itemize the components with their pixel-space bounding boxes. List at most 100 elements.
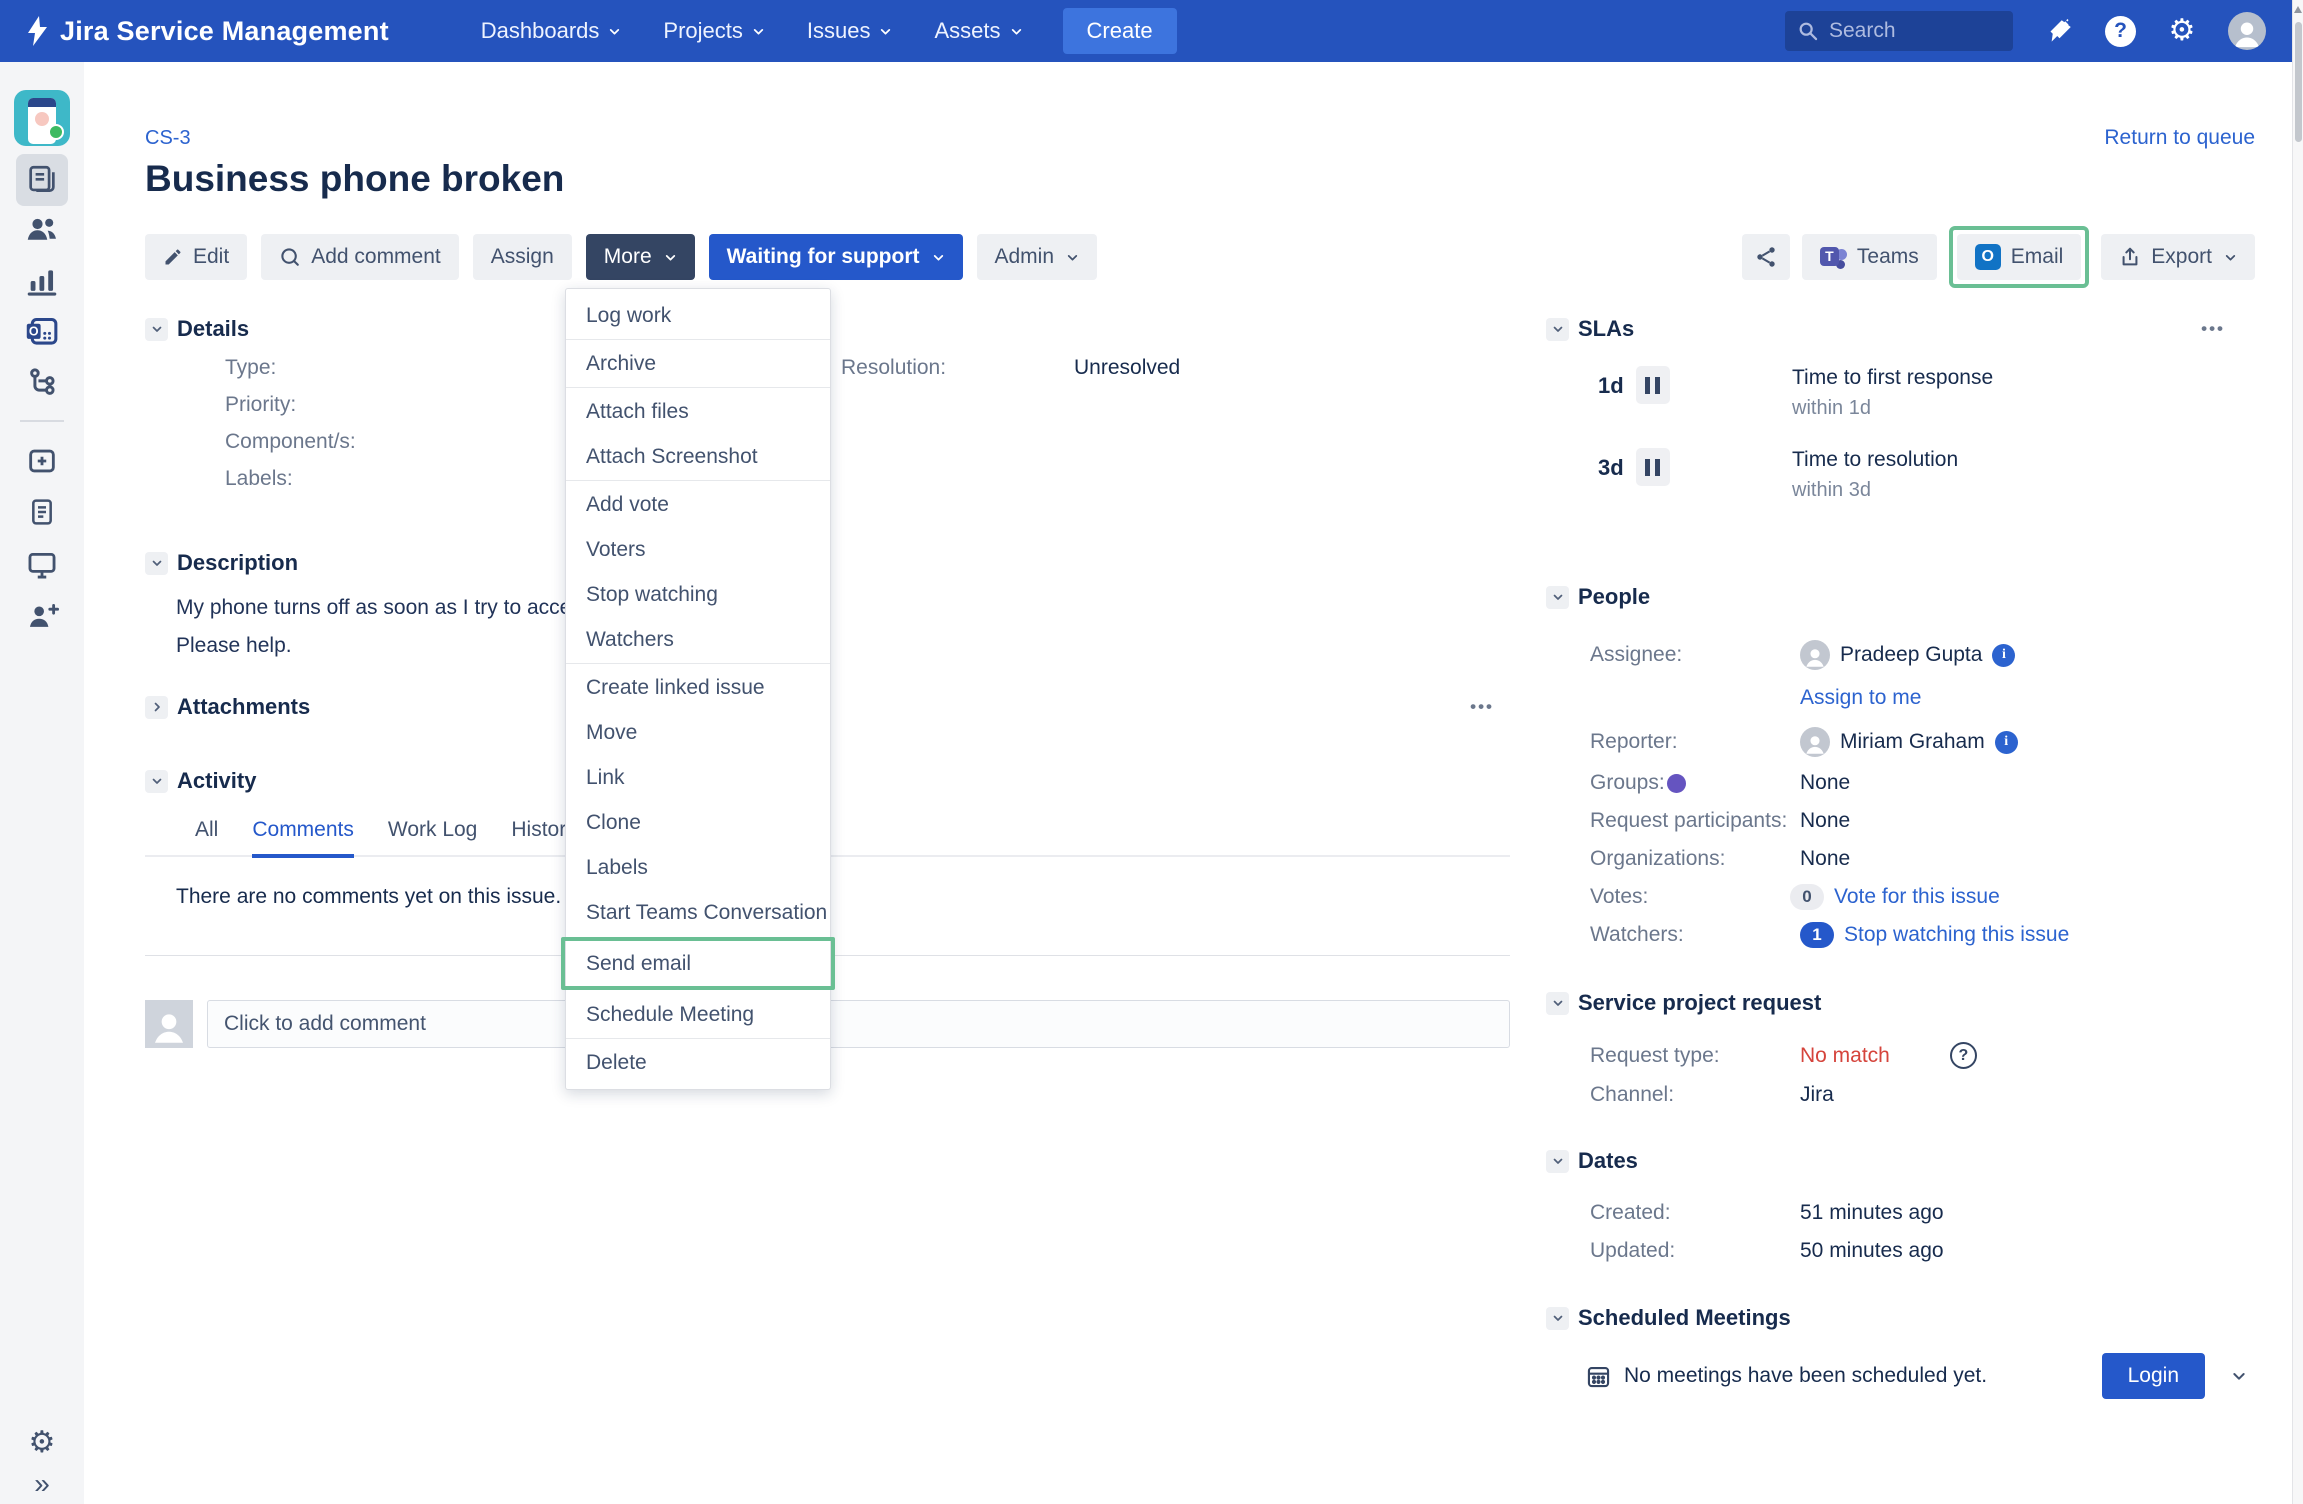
collapse-description-icon[interactable]	[145, 552, 168, 575]
tab-all[interactable]: All	[195, 818, 218, 855]
menu-item-attach-screenshot[interactable]: Attach Screenshot	[566, 434, 830, 479]
edit-button[interactable]: Edit	[145, 234, 247, 280]
menu-item-stop-watching[interactable]: Stop watching	[566, 572, 830, 617]
nav-dashboards[interactable]: Dashboards	[481, 18, 622, 44]
status-button[interactable]: Waiting for support	[709, 234, 963, 280]
chevron-down-icon	[1066, 251, 1079, 264]
menu-item-create-linked-issue[interactable]: Create linked issue	[566, 665, 830, 710]
people-title: People	[1578, 584, 1650, 610]
request-type-help-icon[interactable]: ?	[1950, 1042, 1977, 1069]
sidebar-item-invite-people[interactable]	[25, 600, 59, 634]
watchers-label: Watchers:	[1546, 923, 1800, 947]
sidebar-item-structure[interactable]	[25, 366, 59, 400]
svg-text:O: O	[29, 325, 39, 339]
menu-item-log-work[interactable]: Log work	[566, 293, 830, 338]
email-button[interactable]: O Email	[1957, 234, 2082, 280]
sidebar-expand[interactable]: »	[34, 1468, 50, 1500]
info-icon[interactable]: i	[1992, 644, 2015, 667]
collapse-people-icon[interactable]	[1546, 586, 1569, 609]
collapse-service-request-icon[interactable]	[1546, 992, 1569, 1015]
tab-comments[interactable]: Comments	[252, 818, 354, 858]
more-button[interactable]: More	[586, 234, 695, 280]
sidebar-item-queues[interactable]	[16, 154, 68, 206]
assignee-avatar[interactable]	[1800, 640, 1830, 670]
announcements-icon[interactable]	[2043, 15, 2075, 47]
pause-icon[interactable]	[1636, 448, 1670, 486]
request-type-row: Request type: No match ?	[1546, 1036, 2255, 1075]
collapse-activity-icon[interactable]	[145, 770, 168, 793]
return-to-queue-link[interactable]: Return to queue	[2104, 126, 2255, 150]
sidebar-item-add-shortcut[interactable]	[25, 444, 59, 478]
collapse-meetings-icon[interactable]	[1546, 1307, 1569, 1330]
breadcrumb-issue-key[interactable]: CS-3	[145, 127, 191, 150]
scrollbar-thumb[interactable]	[2295, 22, 2302, 142]
comment-input[interactable]	[207, 1000, 1510, 1048]
person-add-icon	[25, 600, 59, 634]
menu-item-send-email[interactable]: Send email	[565, 941, 831, 986]
reporter-avatar[interactable]	[1800, 727, 1830, 757]
sidebar-item-customers[interactable]	[24, 212, 60, 248]
project-avatar[interactable]	[14, 90, 70, 146]
menu-item-labels[interactable]: Labels	[566, 845, 830, 890]
menu-item-link[interactable]: Link	[566, 755, 830, 800]
reporter-name[interactable]: Miriam Graham	[1840, 730, 1985, 754]
teams-icon: T	[1820, 244, 1847, 271]
search-box[interactable]	[1785, 11, 2013, 51]
app-logo[interactable]: Jira Service Management	[26, 16, 389, 47]
assign-to-me-link[interactable]: Assign to me	[1800, 686, 1921, 710]
sla-name: Time to resolution	[1792, 448, 1958, 472]
user-avatar[interactable]	[2228, 12, 2266, 50]
collapse-slas-icon[interactable]	[1546, 318, 1569, 341]
menu-item-move[interactable]: Move	[566, 710, 830, 755]
nav-issues[interactable]: Issues	[807, 18, 893, 44]
sidebar-item-pages[interactable]	[26, 496, 58, 528]
settings-icon[interactable]: ⚙	[2166, 15, 2198, 47]
request-participants-value: None	[1800, 809, 1850, 833]
scrollbar-up-arrow[interactable]	[2294, 6, 2302, 13]
sidebar-item-displays[interactable]	[25, 548, 59, 582]
type-label: Type:	[225, 356, 276, 380]
nav-assets[interactable]: Assets	[934, 18, 1022, 44]
chevron-down-icon[interactable]	[2231, 1368, 2247, 1384]
menu-item-start-teams-conversation[interactable]: Start Teams Conversation	[566, 890, 830, 935]
stop-watching-link[interactable]: Stop watching this issue	[1844, 923, 2069, 947]
expand-attachments-icon[interactable]	[145, 696, 168, 719]
add-comment-button[interactable]: Add comment	[261, 234, 459, 280]
menu-item-archive[interactable]: Archive	[566, 341, 830, 386]
pause-icon[interactable]	[1636, 366, 1670, 404]
share-button[interactable]	[1742, 234, 1790, 280]
resolution-value: Unresolved	[1074, 356, 1180, 380]
collapse-dates-icon[interactable]	[1546, 1150, 1569, 1173]
sidebar-item-reports[interactable]	[25, 264, 59, 298]
assignee-name[interactable]: Pradeep Gupta	[1840, 643, 1982, 667]
menu-item-attach-files[interactable]: Attach files	[566, 389, 830, 434]
slas-more-icon[interactable]: •••	[2201, 319, 2255, 339]
sidebar-item-outlook-calendar[interactable]: O	[24, 314, 60, 350]
people-section: People Assignee: Pradeep Gupta i	[1546, 584, 2255, 954]
help-icon[interactable]: ?	[2105, 16, 2136, 47]
nav-projects[interactable]: Projects	[663, 18, 764, 44]
attachments-more-icon[interactable]: •••	[1470, 697, 1494, 717]
assign-button[interactable]: Assign	[473, 234, 572, 280]
sla-row-first-response: 1d Time to first response within 1d	[1546, 366, 2255, 420]
info-icon[interactable]: i	[1995, 731, 2018, 754]
create-button[interactable]: Create	[1063, 8, 1177, 54]
page-scrollbar[interactable]	[2292, 0, 2303, 1504]
menu-item-schedule-meeting[interactable]: Schedule Meeting	[566, 992, 830, 1037]
tab-work-log[interactable]: Work Log	[388, 818, 478, 855]
menu-item-add-vote[interactable]: Add vote	[566, 482, 830, 527]
vote-link[interactable]: Vote for this issue	[1834, 885, 2000, 909]
search-input[interactable]	[1829, 19, 1979, 43]
menu-item-watchers[interactable]: Watchers	[566, 617, 830, 662]
menu-item-voters[interactable]: Voters	[566, 527, 830, 572]
export-button[interactable]: Export	[2101, 234, 2255, 280]
slas-section: SLAs ••• 1d Time to first response withi…	[1546, 316, 2255, 502]
organizations-label: Organizations:	[1546, 847, 1800, 871]
menu-item-delete[interactable]: Delete	[566, 1040, 830, 1085]
menu-item-clone[interactable]: Clone	[566, 800, 830, 845]
collapse-details-icon[interactable]	[145, 318, 168, 341]
teams-button[interactable]: T Teams	[1802, 234, 1937, 280]
admin-button[interactable]: Admin	[977, 234, 1098, 280]
sidebar-settings[interactable]: ⚙	[29, 1425, 56, 1460]
login-button[interactable]: Login	[2102, 1353, 2205, 1399]
